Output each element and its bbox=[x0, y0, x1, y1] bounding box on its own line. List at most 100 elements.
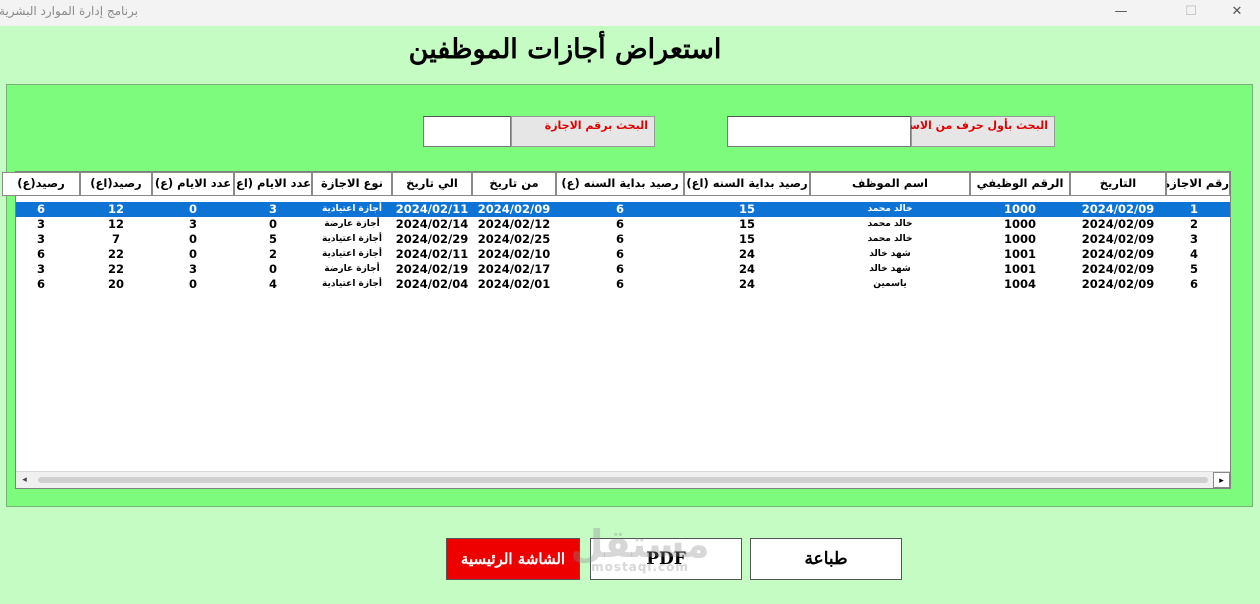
scrollbar-track[interactable] bbox=[38, 477, 1208, 483]
search-by-name-label: البحث بأول حرف من الاسم bbox=[900, 116, 1055, 147]
cell-leave-number: 5 bbox=[1189, 262, 1198, 276]
cell-employee-id: 1000 bbox=[1003, 232, 1036, 246]
cell-employee-name: شهد خالد bbox=[869, 249, 911, 259]
cell-from-date: 2024/02/25 bbox=[477, 232, 551, 246]
search-by-leave-number-input[interactable] bbox=[423, 116, 511, 147]
scroll-right-icon[interactable]: ▸ bbox=[1213, 472, 1230, 488]
cell-date: 2024/02/09 bbox=[1081, 262, 1155, 276]
cell-leave-number: 6 bbox=[1189, 277, 1198, 291]
page-title: استعراض أجازات الموظفين bbox=[408, 34, 722, 65]
cell-start-balance-regular: 6 bbox=[615, 277, 624, 291]
cell-from-date: 2024/02/17 bbox=[477, 262, 551, 276]
cell-leave-type: أجازة عارضة bbox=[324, 264, 380, 274]
cell-to-date: 2024/02/29 bbox=[395, 232, 469, 246]
cell-start-balance-regular: 6 bbox=[615, 247, 624, 261]
cell-employee-id: 1001 bbox=[1003, 247, 1036, 261]
maximize-button[interactable]: ☐ bbox=[1168, 0, 1214, 26]
column-header-balance-casual[interactable]: رصيد(اع) bbox=[80, 172, 152, 196]
cell-employee-id: 1004 bbox=[1003, 277, 1036, 291]
cell-leave-number: 1 bbox=[1189, 202, 1198, 216]
cell-employee-name: ياسمين bbox=[873, 279, 907, 289]
cell-days-regular: 0 bbox=[188, 277, 197, 291]
minimize-button[interactable]: — bbox=[1098, 0, 1144, 26]
home-screen-button[interactable]: الشاشة الرئيسية bbox=[446, 538, 580, 580]
cell-employee-name: خالد محمد bbox=[867, 234, 913, 244]
cell-days-casual: 0 bbox=[268, 217, 277, 231]
cell-date: 2024/02/09 bbox=[1081, 217, 1155, 231]
cell-start-balance-regular: 6 bbox=[615, 217, 624, 231]
cell-balance-casual: 22 bbox=[107, 262, 124, 276]
column-header-leave-type[interactable]: نوع الاجازة bbox=[312, 172, 392, 196]
cell-date: 2024/02/09 bbox=[1081, 232, 1155, 246]
column-header-start-balance-regular[interactable]: رصيد بداية السنه (ع) bbox=[556, 172, 684, 196]
leaves-table[interactable]: رقم الاجازة التاريخ الرقم الوظيفي اسم الموظ… bbox=[2, 171, 1231, 489]
cell-leave-type: أجازة اعتيادية bbox=[322, 249, 382, 259]
cell-to-date: 2024/02/14 bbox=[395, 217, 469, 231]
cell-days-regular: 0 bbox=[188, 232, 197, 246]
column-header-start-balance-casual[interactable]: رصيد بداية السنه (اع) bbox=[684, 172, 810, 196]
cell-date: 2024/02/09 bbox=[1081, 277, 1155, 291]
cell-balance-regular: 6 bbox=[36, 202, 45, 216]
column-header-leave-number[interactable]: رقم الاجازة bbox=[1166, 172, 1230, 196]
cell-balance-regular: 3 bbox=[36, 262, 45, 276]
table-row[interactable]: 2 2024/02/09 1000 خالد محمد 15 6 2024/02/12 202… bbox=[16, 217, 1230, 232]
table-row[interactable]: 5 2024/02/09 1001 شهد خالد 24 6 2024/02/17 2024… bbox=[16, 262, 1230, 277]
cell-leave-number: 4 bbox=[1189, 247, 1198, 261]
column-header-date[interactable]: التاريخ bbox=[1070, 172, 1166, 196]
column-header-balance-regular[interactable]: رصيد(ع) bbox=[2, 172, 80, 196]
cell-days-regular: 0 bbox=[188, 202, 197, 216]
column-header-to-date[interactable]: الي تاريخ bbox=[392, 172, 472, 196]
cell-balance-casual: 20 bbox=[107, 277, 124, 291]
close-button[interactable]: ✕ bbox=[1214, 0, 1260, 26]
cell-days-regular: 0 bbox=[188, 247, 197, 261]
cell-days-casual: 2 bbox=[268, 247, 277, 261]
cell-balance-casual: 7 bbox=[111, 232, 120, 246]
search-by-leave-number-label: البحث برقم الاجازة bbox=[511, 116, 655, 147]
cell-employee-id: 1001 bbox=[1003, 262, 1036, 276]
column-header-employee-name[interactable]: اسم الموظف bbox=[810, 172, 970, 196]
cell-date: 2024/02/09 bbox=[1081, 202, 1155, 216]
cell-leave-type: أجازة اعتيادية bbox=[322, 279, 382, 289]
cell-days-casual: 3 bbox=[268, 202, 277, 216]
column-header-days-casual[interactable]: عدد الايام (اع) bbox=[234, 172, 312, 196]
print-button[interactable]: طباعة bbox=[750, 538, 902, 580]
scroll-left-icon[interactable]: ◂ bbox=[16, 472, 33, 488]
cell-to-date: 2024/02/11 bbox=[395, 202, 469, 216]
table-header: رقم الاجازة التاريخ الرقم الوظيفي اسم الموظ… bbox=[2, 172, 1230, 196]
cell-days-casual: 4 bbox=[268, 277, 277, 291]
column-header-days-regular[interactable]: عدد الايام (ع) bbox=[152, 172, 234, 196]
cell-leave-type: أجازة عارضة bbox=[324, 219, 380, 229]
table-row[interactable]: 4 2024/02/09 1001 شهد خالد 24 6 2024/02/10 2024… bbox=[16, 247, 1230, 262]
cell-from-date: 2024/02/01 bbox=[477, 277, 551, 291]
cell-employee-name: خالد محمد bbox=[867, 219, 913, 229]
column-header-employee-id[interactable]: الرقم الوظيفي bbox=[970, 172, 1070, 196]
cell-date: 2024/02/09 bbox=[1081, 247, 1155, 261]
cell-balance-casual: 12 bbox=[107, 217, 124, 231]
cell-leave-type: أجازة اعتيادية bbox=[322, 204, 382, 214]
cell-start-balance-regular: 6 bbox=[615, 202, 624, 216]
column-header-from-date[interactable]: من تاريخ bbox=[472, 172, 556, 196]
cell-leave-number: 2 bbox=[1189, 217, 1198, 231]
table-row[interactable]: 6 2024/02/09 1004 ياسمين 24 6 2024/02/01 2024/0… bbox=[16, 277, 1230, 292]
cell-balance-regular: 3 bbox=[36, 217, 45, 231]
cell-start-balance-casual: 15 bbox=[738, 232, 755, 246]
table-row[interactable]: 3 2024/02/09 1000 خالد محمد 15 6 2024/02/25 202… bbox=[16, 232, 1230, 247]
cell-from-date: 2024/02/12 bbox=[477, 217, 551, 231]
cell-from-date: 2024/02/10 bbox=[477, 247, 551, 261]
search-by-name-input[interactable] bbox=[727, 116, 911, 147]
cell-balance-regular: 6 bbox=[36, 277, 45, 291]
cell-balance-regular: 3 bbox=[36, 232, 45, 246]
table-body[interactable]: 1 2024/02/09 1000 خالد محمد 15 6 2024/02/09 202… bbox=[16, 202, 1230, 470]
cell-employee-name: شهد خالد bbox=[869, 264, 911, 274]
cell-leave-type: أجازة اعتيادية bbox=[322, 234, 382, 244]
cell-start-balance-regular: 6 bbox=[615, 232, 624, 246]
cell-employee-name: خالد محمد bbox=[867, 204, 913, 214]
cell-start-balance-casual: 24 bbox=[738, 262, 755, 276]
cell-to-date: 2024/02/11 bbox=[395, 247, 469, 261]
cell-days-casual: 0 bbox=[268, 262, 277, 276]
horizontal-scrollbar[interactable]: ◂ ▸ bbox=[16, 471, 1230, 488]
cell-days-regular: 3 bbox=[188, 262, 197, 276]
table-row[interactable]: 1 2024/02/09 1000 خالد محمد 15 6 2024/02/09 202… bbox=[16, 202, 1230, 218]
cell-to-date: 2024/02/04 bbox=[395, 277, 469, 291]
pdf-button[interactable]: PDF bbox=[590, 538, 742, 580]
